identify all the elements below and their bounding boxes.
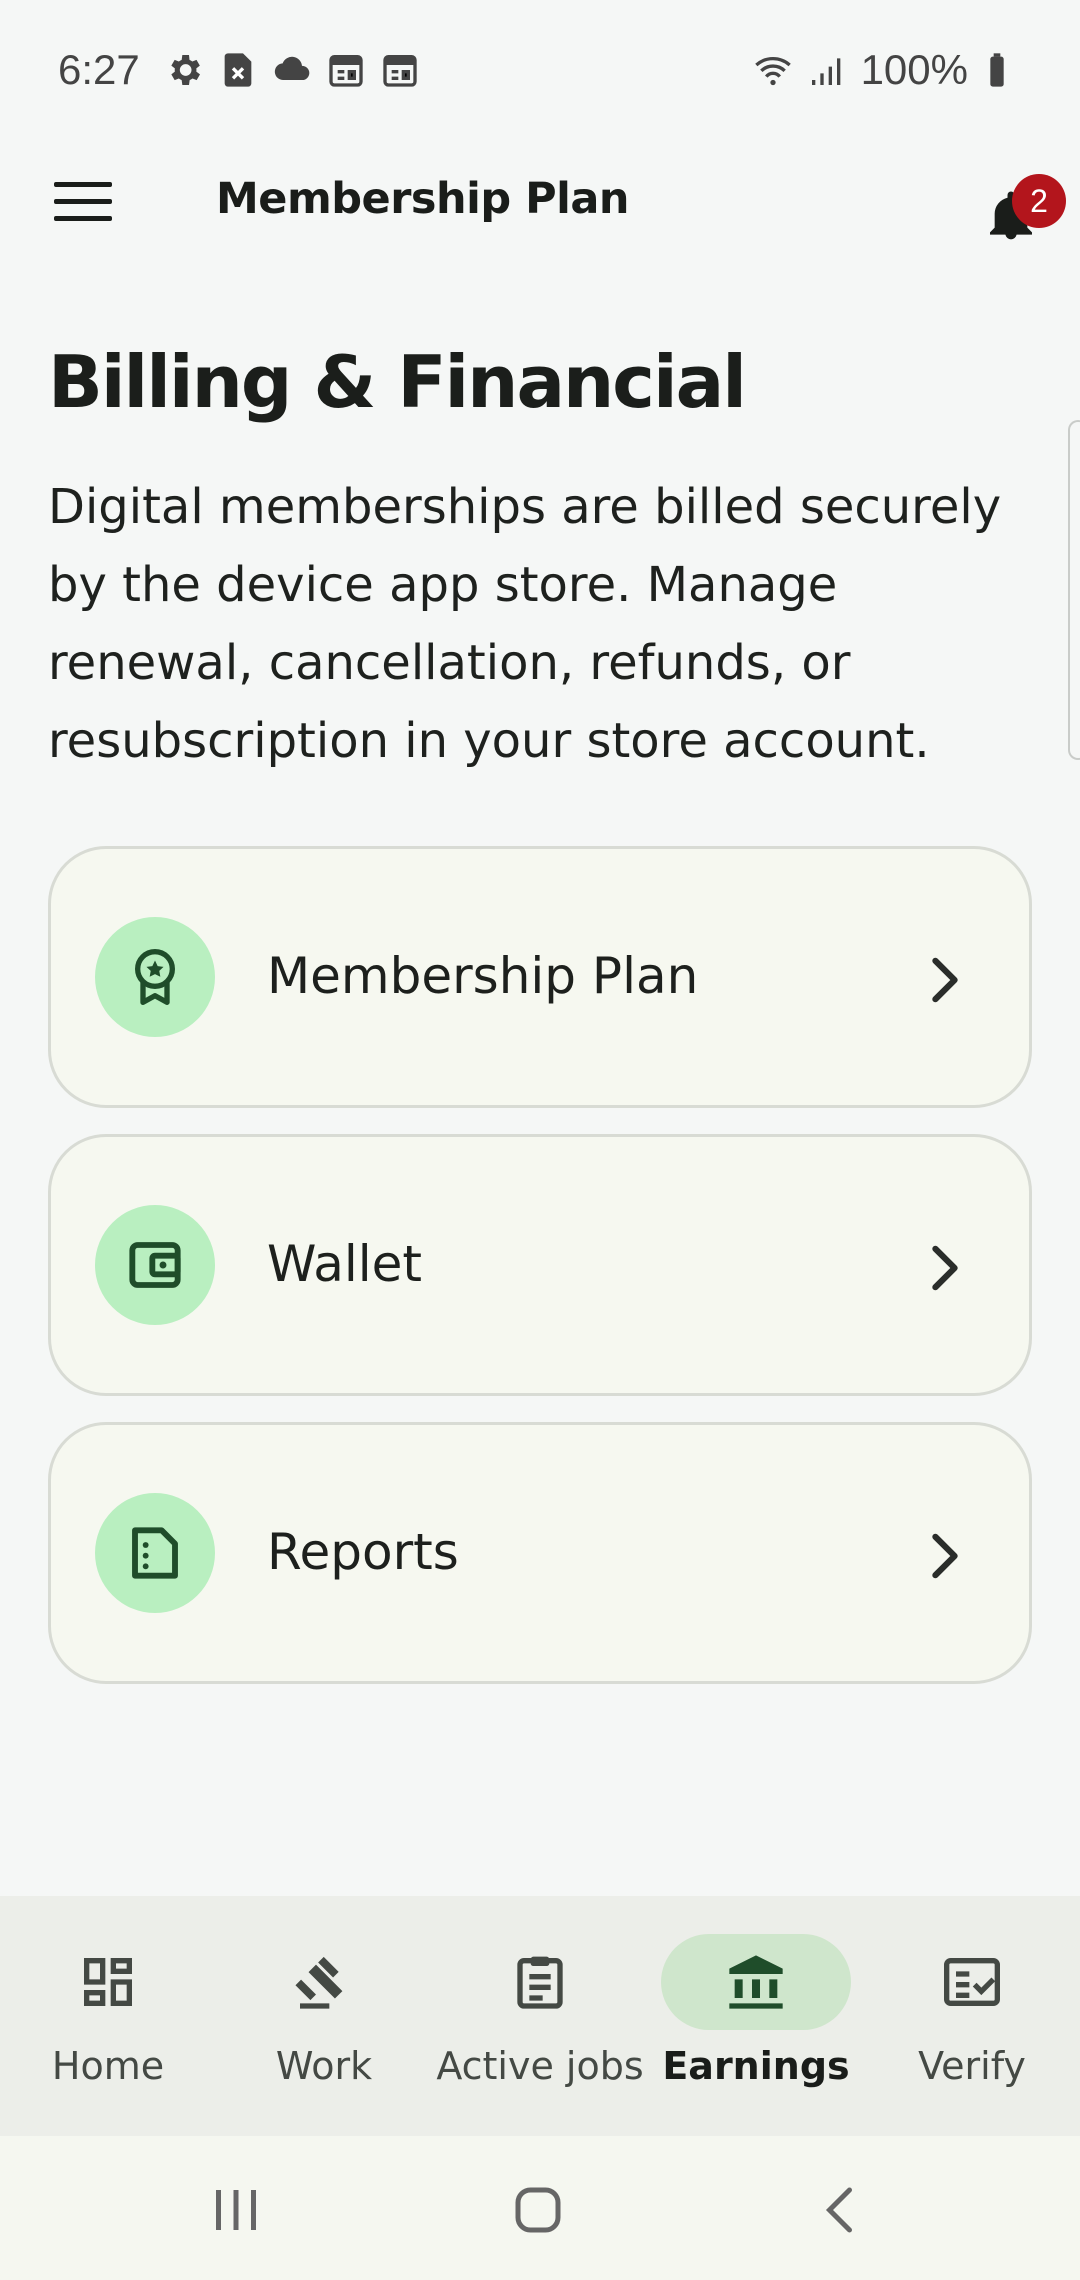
bottom-navigation: Home Work Active jobs Earnings Verify <box>0 1896 1080 2136</box>
bank-icon <box>724 1950 788 2014</box>
gavel-icon <box>292 1950 356 2014</box>
calendar-icon <box>326 50 366 90</box>
nav-item-work[interactable]: Work <box>216 1896 432 2136</box>
settings-icon <box>164 50 204 90</box>
battery-percentage: 100% <box>860 46 968 93</box>
card-reports[interactable]: Reports <box>48 1422 1032 1684</box>
clipboard-icon <box>508 1950 572 2014</box>
nav-item-verify[interactable]: Verify <box>864 1896 1080 2136</box>
notification-badge: 2 <box>1012 174 1066 228</box>
back-button[interactable] <box>812 2180 872 2240</box>
nav-item-home[interactable]: Home <box>0 1896 216 2136</box>
battery-icon <box>982 50 1022 90</box>
chevron-right-icon <box>925 955 965 1005</box>
nav-label: Verify <box>918 2044 1026 2088</box>
card-label: Membership Plan <box>267 947 699 1005</box>
app-bar-title: Membership Plan <box>216 174 630 224</box>
card-icon-container <box>95 917 215 1037</box>
page-heading: Billing & Financial <box>48 340 747 424</box>
card-wallet[interactable]: Wallet <box>48 1134 1032 1396</box>
wallet-icon <box>129 1242 181 1288</box>
page-description: Digital memberships are billed securely … <box>48 479 1002 769</box>
system-navigation-bar <box>0 2136 1080 2280</box>
nav-item-active-jobs[interactable]: Active jobs <box>432 1896 648 2136</box>
card-icon-container <box>95 1205 215 1325</box>
nav-label: Earnings <box>662 2044 850 2088</box>
chevron-right-icon <box>925 1243 965 1293</box>
nav-label: Work <box>275 2044 373 2088</box>
card-label: Reports <box>267 1523 459 1581</box>
wifi-icon <box>753 50 793 90</box>
cloud-icon <box>272 50 312 90</box>
chevron-right-icon <box>925 1531 965 1581</box>
status-left: 6:27 <box>58 46 420 94</box>
nav-label: Home <box>51 2044 165 2088</box>
card-icon-container <box>95 1493 215 1613</box>
award-ribbon-icon <box>135 949 175 1005</box>
menu-button[interactable] <box>40 162 126 242</box>
calendar-icon <box>380 50 420 90</box>
home-button[interactable] <box>508 2180 568 2240</box>
nav-label: Active jobs <box>436 2044 644 2088</box>
scroll-indicator <box>1068 420 1080 760</box>
signal-icon <box>807 50 847 90</box>
recent-apps-button[interactable] <box>206 2180 266 2240</box>
status-right: 100% <box>753 46 1022 94</box>
home-outline-icon <box>515 2187 561 2233</box>
nav-item-earnings[interactable]: Earnings <box>648 1896 864 2136</box>
notifications-button[interactable]: 2 <box>976 164 1066 244</box>
status-time: 6:27 <box>58 46 140 93</box>
report-document-icon <box>132 1527 178 1579</box>
card-membership-plan[interactable]: Membership Plan <box>48 846 1032 1108</box>
status-bar: 6:27 100% <box>0 0 1080 140</box>
card-label: Wallet <box>267 1235 423 1293</box>
back-chevron-icon <box>825 2187 852 2233</box>
app-bar: Membership Plan 2 <box>0 140 1080 264</box>
recent-apps-icon <box>216 2190 256 2230</box>
fact-check-icon <box>940 1950 1004 2014</box>
hamburger-menu-icon <box>54 182 112 221</box>
dashboard-icon <box>76 1950 140 2014</box>
sim-error-icon <box>218 50 258 90</box>
